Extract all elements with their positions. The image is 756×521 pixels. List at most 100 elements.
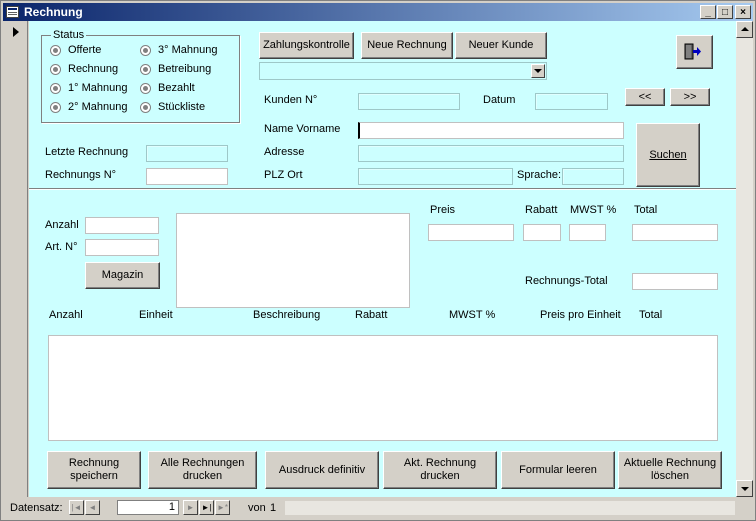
mwst-label: MWST %	[570, 204, 617, 216]
preis-label: Preis	[430, 204, 456, 216]
record-navigation-bar: Datensatz: |◄ ◄ 1 ► ►| ►* von 1	[3, 498, 753, 518]
invoice-lines-listbox[interactable]	[48, 335, 718, 441]
exit-door-icon	[684, 43, 701, 60]
form-icon	[6, 6, 19, 18]
magazin-button[interactable]: Magazin	[85, 262, 160, 289]
zahlungskontrolle-button[interactable]: Zahlungskontrolle	[259, 32, 354, 59]
mwst-field[interactable]	[569, 224, 606, 241]
chevron-down-icon	[741, 487, 749, 491]
combobox-dropdown-button[interactable]	[531, 64, 545, 78]
next-record-button[interactable]: >>	[670, 88, 710, 106]
radio-label-3-mahnung: 3° Mahnung	[158, 44, 218, 56]
von-label: von	[248, 502, 266, 514]
prev-record-nav-button[interactable]: ◄	[85, 500, 100, 515]
datum-label: Datum	[483, 94, 516, 106]
anzahl-field[interactable]	[85, 217, 159, 234]
section-divider	[29, 188, 736, 189]
sprache-field[interactable]	[562, 168, 624, 185]
radio-label-betreibung: Betreibung	[158, 63, 212, 75]
name-vorname-field[interactable]	[358, 122, 624, 139]
scroll-up-button[interactable]	[736, 21, 753, 38]
datum-field[interactable]	[535, 93, 608, 110]
window-title: Rechnung	[24, 5, 83, 19]
letzte-rechnung-field[interactable]	[146, 145, 228, 162]
article-listbox[interactable]	[176, 213, 410, 308]
radio-bezahlt[interactable]	[140, 83, 151, 94]
exit-button[interactable]	[676, 35, 713, 69]
title-bar: Rechnung _ □ ×	[3, 3, 753, 21]
radio-rechnung[interactable]	[50, 64, 61, 75]
formular-leeren-button[interactable]: Formular leeren	[501, 451, 615, 489]
chevron-up-icon	[741, 27, 749, 31]
name-vorname-label: Name Vorname	[264, 123, 341, 135]
maximize-button[interactable]: □	[717, 5, 733, 19]
horizontal-scrollbar[interactable]	[285, 500, 735, 515]
rechnungs-total-field[interactable]	[632, 273, 718, 290]
last-record-button[interactable]: ►|	[199, 500, 214, 515]
rechnungs-nr-label: Rechnungs N°	[45, 169, 117, 181]
kunden-nr-label: Kunden N°	[264, 94, 318, 106]
radio-label-2-mahnung: 2° Mahnung	[68, 101, 128, 113]
radio-stueckliste[interactable]	[140, 102, 151, 113]
plz-ort-field[interactable]	[358, 168, 513, 185]
art-nr-label: Art. N°	[45, 241, 78, 253]
column-header-beschreibung: Beschreibung	[253, 309, 321, 321]
vertical-scrollbar[interactable]	[736, 21, 753, 497]
radio-2-mahnung[interactable]	[50, 102, 61, 113]
chevron-down-icon	[534, 69, 542, 73]
minimize-button[interactable]: _	[700, 5, 716, 19]
invoice-window: Rechnung _ □ × Status Offerte Rechnung 1…	[0, 0, 756, 521]
rechnung-speichern-button[interactable]: Rechnung speichern	[47, 451, 141, 489]
preis-field[interactable]	[428, 224, 514, 241]
next-record-nav-button[interactable]: ►	[183, 500, 198, 515]
radio-label-rechnung: Rechnung	[68, 63, 119, 75]
kunden-nr-field[interactable]	[358, 93, 460, 110]
rabatt-label: Rabatt	[525, 204, 558, 216]
radio-label-stueckliste: Stückliste	[158, 101, 206, 113]
art-nr-field[interactable]	[85, 239, 159, 256]
neuer-kunde-button[interactable]: Neuer Kunde	[455, 32, 547, 59]
column-header-anzahl: Anzahl	[49, 309, 83, 321]
suchen-button[interactable]: Suchen	[636, 123, 700, 187]
radio-1-mahnung[interactable]	[50, 83, 61, 94]
suchen-label: Suchen	[649, 148, 687, 161]
radio-label-offerte: Offerte	[68, 44, 102, 56]
neue-rechnung-button[interactable]: Neue Rechnung	[361, 32, 453, 59]
new-record-button[interactable]: ►*	[215, 500, 230, 515]
radio-label-bezahlt: Bezahlt	[158, 82, 195, 94]
alle-rechnungen-drucken-button[interactable]: Alle Rechnungen drucken	[148, 451, 257, 489]
adresse-field[interactable]	[358, 145, 624, 162]
invoice-form: Status Offerte Rechnung 1° Mahnung 2° Ma…	[29, 21, 736, 497]
radio-betreibung[interactable]	[140, 64, 151, 75]
column-header-einheit: Einheit	[139, 309, 173, 321]
sprache-label: Sprache:	[517, 169, 562, 181]
plz-ort-label: PLZ Ort	[264, 169, 303, 181]
rechnungs-nr-field[interactable]	[146, 168, 228, 185]
adresse-label: Adresse	[264, 146, 305, 158]
column-header-mwst: MWST %	[449, 309, 496, 321]
ausdruck-definitiv-button[interactable]: Ausdruck definitiv	[265, 451, 379, 489]
aktuelle-rechnung-loeschen-button[interactable]: Aktuelle Rechnung löschen	[618, 451, 722, 489]
rechnungs-total-label: Rechnungs-Total	[525, 275, 608, 287]
anzahl-label: Anzahl	[45, 219, 79, 231]
close-button[interactable]: ×	[735, 5, 751, 19]
record-number-input[interactable]: 1	[117, 500, 179, 515]
invoice-combobox[interactable]	[259, 62, 547, 80]
radio-3-mahnung[interactable]	[140, 45, 151, 56]
record-selector[interactable]	[3, 21, 28, 497]
datensatz-label: Datensatz:	[10, 502, 63, 514]
letzte-rechnung-label: Letzte Rechnung	[45, 146, 129, 158]
first-record-button[interactable]: |◄	[69, 500, 84, 515]
total-records: 1	[270, 502, 277, 514]
akt-rechnung-drucken-button[interactable]: Akt. Rechnung drucken	[383, 451, 497, 489]
radio-offerte[interactable]	[50, 45, 61, 56]
column-header-preis-pro-einheit: Preis pro Einheit	[540, 309, 621, 321]
rabatt-field[interactable]	[523, 224, 561, 241]
scroll-down-button[interactable]	[736, 480, 753, 497]
status-group-label: Status	[51, 29, 87, 41]
total-field[interactable]	[632, 224, 718, 241]
current-record-arrow-icon	[13, 27, 19, 37]
previous-record-button[interactable]: <<	[625, 88, 665, 106]
total-label: Total	[634, 204, 658, 216]
column-header-total: Total	[639, 309, 663, 321]
